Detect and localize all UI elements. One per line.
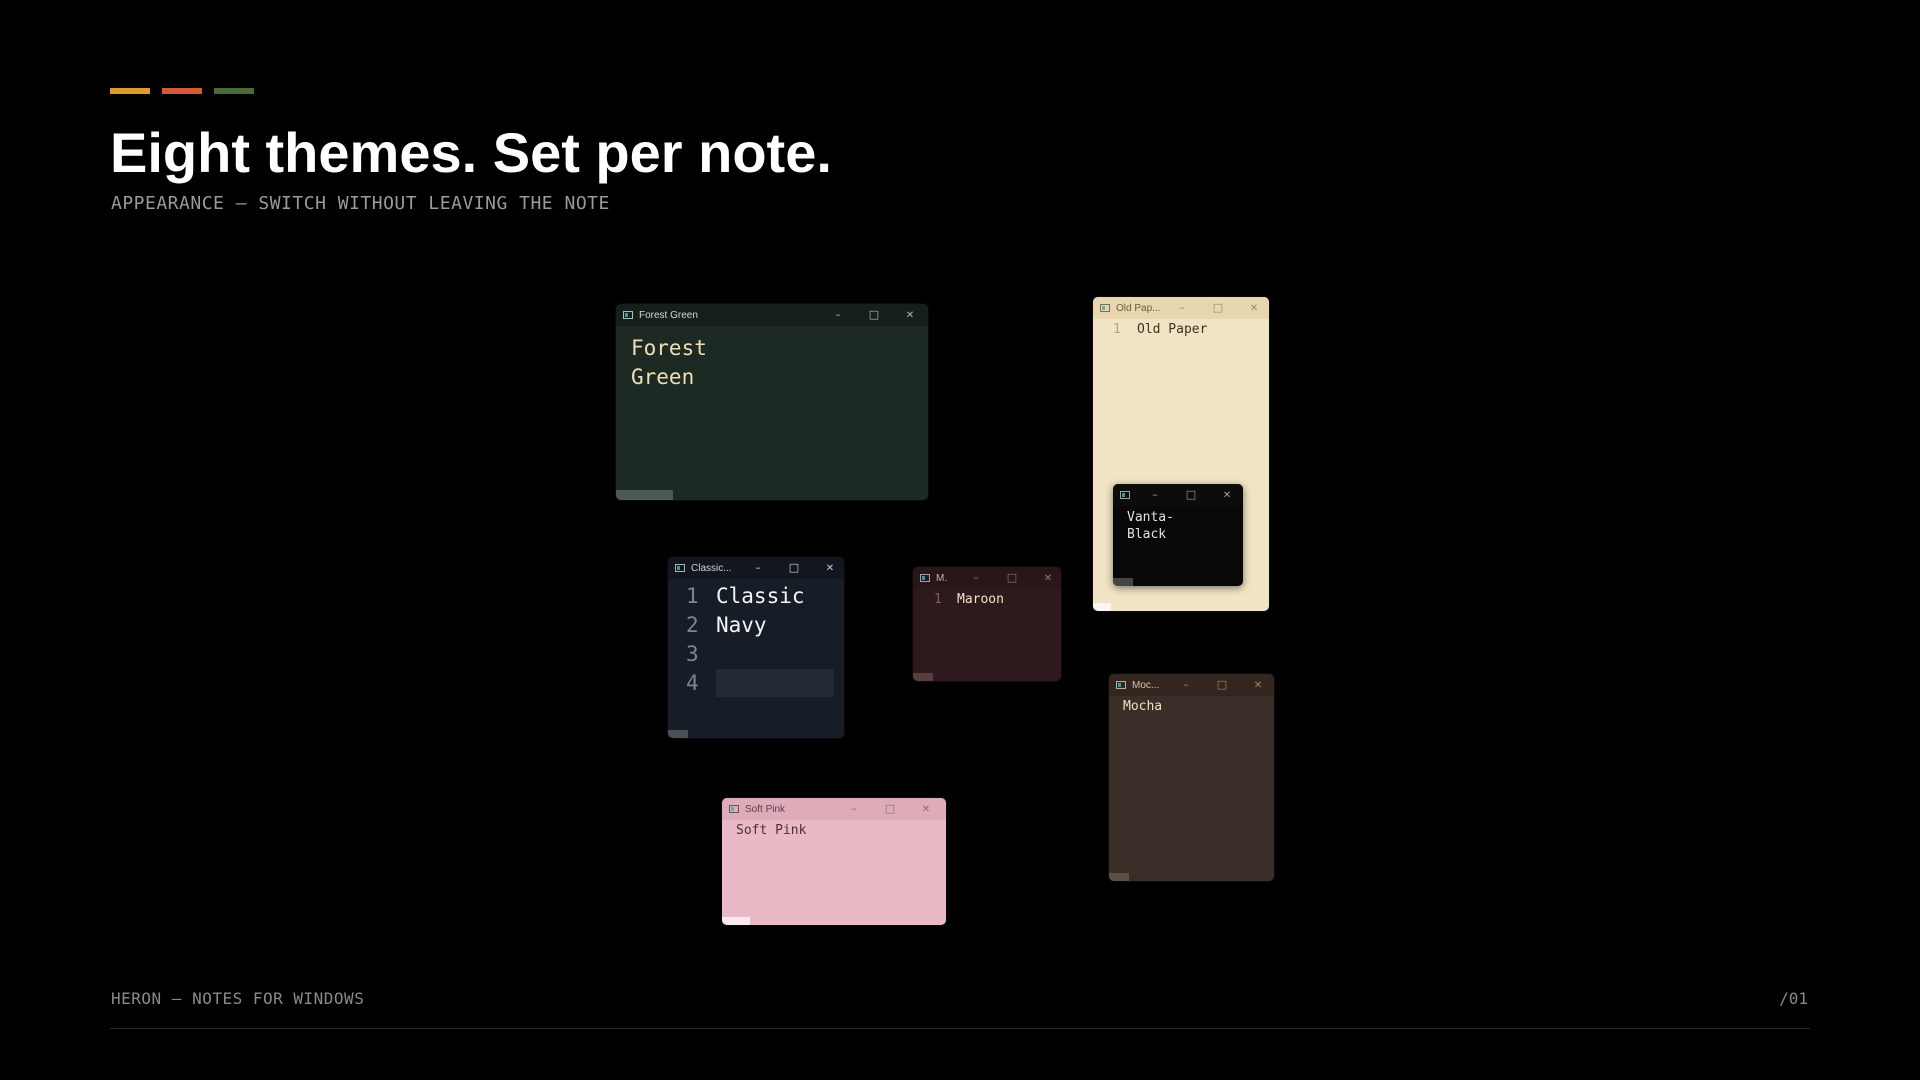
note-app-icon [1120,491,1130,499]
maximize-icon[interactable] [856,304,892,326]
close-icon[interactable] [908,798,944,821]
note-window-maroon[interactable]: M. 1 Maroon [913,567,1061,681]
window-title: M. [936,572,948,584]
window-titlebar[interactable]: M. [913,567,1061,589]
window-titlebar[interactable]: Forest Green [616,304,928,326]
minimize-icon[interactable] [1137,484,1173,506]
scrollbar-thumb[interactable] [1113,578,1133,586]
page-title: Eight themes. Set per note. [110,121,832,184]
page-subtitle: APPEARANCE — SWITCH WITHOUT LEAVING THE … [111,193,610,214]
note-app-icon [623,311,633,319]
note-window-classic-navy[interactable]: Classic... 1 2 3 4 Classic Navy [668,557,844,738]
accent-bar-orange [162,88,202,94]
note-window-soft-pink[interactable]: Soft Pink Soft Pink [722,798,946,925]
slide-number: /01 [1779,989,1808,1008]
accent-bar-amber [110,88,150,94]
window-titlebar[interactable]: Classic... [668,557,844,579]
window-title: Classic... [691,562,732,574]
note-text[interactable]: Soft Pink [736,823,806,838]
note-app-icon [920,574,930,582]
note-app-icon [675,564,685,572]
note-app-icon [729,805,739,813]
window-titlebar[interactable]: Moc... [1109,674,1274,696]
maximize-icon[interactable] [776,557,812,579]
window-titlebar[interactable]: Soft Pink [722,798,946,820]
maximize-icon[interactable] [994,567,1030,589]
minimize-icon[interactable] [958,567,994,589]
minimize-icon[interactable] [820,304,856,326]
footer-divider [110,1028,1810,1029]
scrollbar-thumb[interactable] [722,917,750,925]
minimize-icon[interactable] [740,557,776,579]
line-numbers: 1 2 3 4 [686,584,699,695]
footer-product-label: HERON — NOTES FOR WINDOWS [111,989,365,1008]
close-icon[interactable] [812,557,844,580]
note-editor[interactable]: Mocha [1109,696,1274,881]
minimize-icon[interactable] [836,798,872,820]
slide: Eight themes. Set per note. APPEARANCE —… [0,0,1920,1080]
note-text[interactable]: Forest Green [631,334,707,392]
maximize-icon[interactable] [1204,674,1240,696]
close-icon[interactable] [892,304,928,327]
note-editor[interactable]: 1 Maroon [913,589,1061,681]
line-number: 1 [934,592,942,607]
maximize-icon[interactable] [1173,484,1209,506]
window-title: Old Pap... [1116,302,1161,314]
window-title: Forest Green [639,309,698,321]
close-icon[interactable] [1240,674,1274,697]
scrollbar-thumb[interactable] [1109,873,1129,881]
note-app-icon [1100,304,1110,312]
minimize-icon[interactable] [1168,674,1204,696]
current-line-highlight [716,669,834,697]
note-editor[interactable]: 1 2 3 4 Classic Navy [668,579,844,738]
note-app-icon [1116,681,1126,689]
note-editor[interactable]: Soft Pink [722,820,946,925]
note-text[interactable]: Vanta- Black [1127,509,1174,543]
window-titlebar[interactable] [1113,484,1243,506]
accent-bar-green [214,88,254,94]
note-text[interactable]: Mocha [1123,699,1162,714]
window-titlebar[interactable]: Old Pap... [1093,297,1269,319]
note-window-vanta-black[interactable]: Vanta- Black [1113,484,1243,586]
note-editor[interactable]: Forest Green [616,326,928,500]
note-text[interactable]: Maroon [957,592,1004,607]
note-window-mocha[interactable]: Moc... Mocha [1109,674,1274,881]
note-window-forest-green[interactable]: Forest Green Forest Green [616,304,928,500]
line-number: 1 [1113,322,1121,337]
note-text[interactable]: Classic Navy [716,582,805,640]
close-icon[interactable] [1030,567,1061,590]
maximize-icon[interactable] [872,798,908,820]
note-text[interactable]: Old Paper [1137,322,1207,337]
window-title: Moc... [1132,679,1160,691]
close-icon[interactable] [1236,297,1269,320]
window-title: Soft Pink [745,803,786,815]
note-editor[interactable]: Vanta- Black [1113,506,1243,586]
scrollbar-thumb[interactable] [1093,603,1111,611]
scrollbar-thumb[interactable] [913,673,933,681]
maximize-icon[interactable] [1200,297,1236,319]
close-icon[interactable] [1209,484,1243,507]
scrollbar-thumb[interactable] [616,490,673,500]
scrollbar-thumb[interactable] [668,730,688,738]
minimize-icon[interactable] [1164,297,1200,319]
